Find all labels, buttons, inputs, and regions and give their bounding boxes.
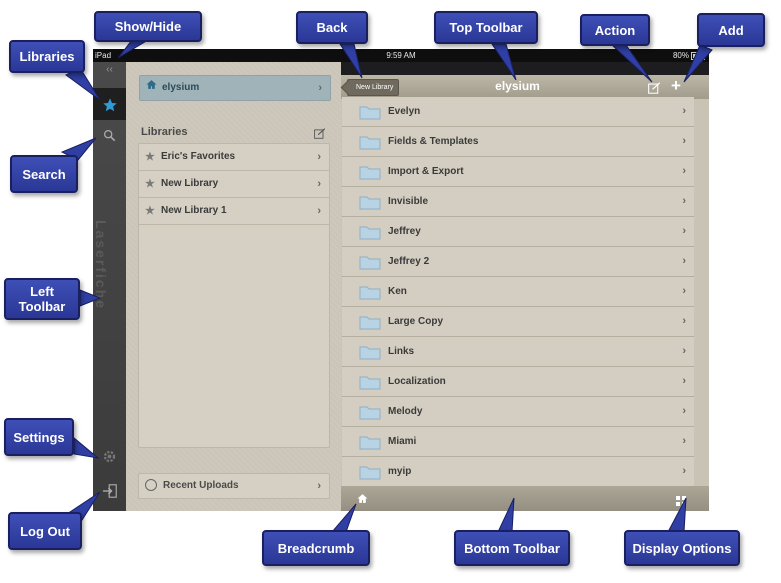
- callout-back: Back: [296, 11, 368, 44]
- callout-settings: Settings: [4, 418, 74, 456]
- pointer-breadcrumb: [330, 503, 357, 533]
- pointer-back: [339, 43, 363, 79]
- callout-show-hide: Show/Hide: [94, 11, 202, 42]
- callout-display-options: Display Options: [624, 530, 740, 566]
- pointer-display-options: [667, 497, 687, 533]
- pointer-action: [610, 44, 653, 83]
- callout-libraries: Libraries: [9, 40, 85, 73]
- callout-action: Action: [580, 14, 650, 46]
- pointer-show-hide: [117, 39, 150, 59]
- callout-breadcrumb: Breadcrumb: [262, 530, 370, 566]
- callout-search: Search: [10, 155, 78, 193]
- pointer-bottom-toolbar: [497, 497, 515, 533]
- callout-bottom-toolbar: Bottom Toolbar: [454, 530, 570, 566]
- pointer-add: [683, 44, 713, 83]
- pointer-top-toolbar: [491, 43, 517, 81]
- callout-top-toolbar: Top Toolbar: [434, 11, 538, 44]
- pointer-left-toolbar: [79, 289, 102, 307]
- callout-pointers: [60, 39, 713, 533]
- callout-left-toolbar: Left Toolbar: [4, 278, 80, 320]
- callout-log-out: Log Out: [8, 512, 82, 550]
- callout-add: Add: [697, 13, 765, 47]
- pointer-settings: [73, 436, 100, 459]
